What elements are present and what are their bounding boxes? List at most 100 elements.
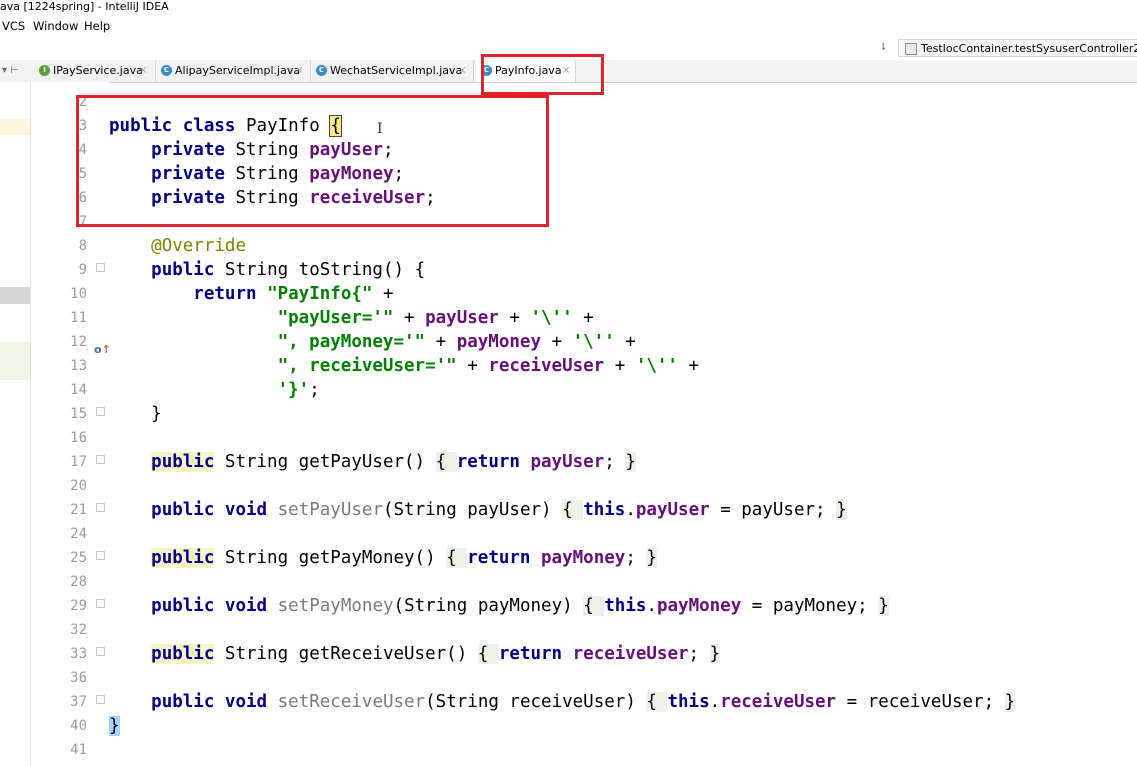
code-line: "payUser='" + payUser + '\'' + [109,306,594,330]
folded-brace: } [646,548,657,568]
menu-help[interactable]: Help [84,18,110,34]
keyword: return [498,644,563,664]
fold-toggle-icon[interactable] [96,503,105,512]
folded-brace: { [446,548,468,568]
close-icon[interactable]: × [562,63,570,78]
line-number: 13 [70,358,87,374]
line-number: 24 [70,526,87,542]
operator: + [498,308,531,328]
line-number: 2 [78,94,87,110]
keyword: private [151,188,225,208]
menu-bar: VCS Window Help [0,16,1137,36]
tab-wechatserviceimpl[interactable]: C WechatServiceImpl.java × [311,60,474,82]
code-line: public String getReceiveUser() { return … [109,642,721,666]
folded-brace: { [435,452,457,472]
folded-brace: { [583,596,605,616]
folded-brace: } [709,644,721,664]
sort-icon[interactable]: ⇂ [879,41,893,55]
keyword: public [151,452,215,472]
code-line: @Override [109,234,246,258]
code-line: public void setPayMoney(String payMoney)… [109,594,889,618]
tab-label: IPayService.java [53,64,143,77]
fold-toggle-icon[interactable] [96,263,105,272]
punctuation: . [709,692,721,712]
line-number: 16 [70,430,87,446]
line-number: 41 [70,742,87,758]
fold-toggle-icon[interactable] [96,551,105,560]
punctuation: ; [309,380,320,400]
class-icon: C [161,65,172,76]
keyword: public [109,116,173,136]
code-line: private String payUser; [109,138,394,162]
line-number: 25 [70,550,87,566]
tab-alipayserviceimpl[interactable]: C AlipayServiceImpl.java × [156,60,311,82]
punctuation: . [625,500,636,520]
run-configuration-selector[interactable]: TestIocContainer.testSysuserController2 [898,39,1137,57]
tab-ipayservice[interactable]: I IPayService.java × [34,60,156,82]
fold-toggle-icon[interactable] [96,647,105,656]
operator: + [572,308,594,328]
punctuation: ; [383,140,394,160]
folded-brace: } [878,596,889,616]
operator: + [372,284,394,304]
fold-toggle-icon[interactable] [96,599,105,608]
fold-toggle-icon[interactable] [96,407,105,416]
char-literal: '\'' [572,332,615,352]
line-number: 7 [78,214,87,230]
punctuation: ; [425,188,436,208]
close-icon[interactable]: × [139,63,147,78]
menu-window[interactable]: Window [33,18,78,34]
method-name: setPayUser [277,500,383,520]
field-name: payUser [425,308,499,328]
line-number: 36 [70,670,87,686]
type-name: String [235,164,299,184]
string-literal: ", receiveUser='" [277,356,457,376]
keyword: void [224,500,268,520]
close-brace: } [109,716,120,736]
close-icon[interactable]: × [295,63,303,78]
tab-list-icon[interactable]: ▾ ⊢ [2,64,19,78]
punctuation: . [646,596,657,616]
code-line: public String getPayMoney() { return pay… [109,546,657,570]
method-params: (String payMoney) [393,596,584,616]
class-icon: C [316,65,327,76]
type-name: String [235,188,299,208]
folded-brace: } [1004,692,1016,712]
code-line: } [109,402,162,426]
keyword: this [583,500,626,520]
title-bar: ava [1224spring] - IntelliJ IDEA [0,0,1137,16]
tab-payinfo[interactable]: C PayInfo.java × [476,60,576,82]
highlight-marker [0,287,30,304]
test-config-icon [905,43,917,55]
code-line: ", payMoney='" + payMoney + '\'' + [109,330,636,354]
field-name: payMoney [309,164,394,184]
line-number: 32 [70,622,87,638]
keyword: void [224,692,268,712]
fold-toggle-icon[interactable] [96,455,105,464]
menu-vcs[interactable]: VCS [2,18,25,34]
line-number: 21 [70,502,87,518]
folded-brace: { [477,644,499,664]
open-brace: { [329,115,342,137]
punctuation: ; [604,452,626,472]
code-line: public String getPayUser() { return payU… [109,450,636,474]
fold-toggle-icon[interactable] [96,695,105,704]
keyword: return [456,452,520,472]
editor-tab-bar: ▾ ⊢ I IPayService.java × C AlipayService… [0,60,1137,83]
field-name: payUser [309,140,383,160]
interface-icon: I [39,65,50,76]
close-icon[interactable]: × [458,63,466,78]
operator: + [541,332,573,352]
string-literal: "PayInfo{" [267,284,373,304]
assignment: = receiveUser; [836,692,1005,712]
operator: + [456,356,489,376]
field-name: payMoney [541,548,626,568]
code-line: private String payMoney; [109,162,404,186]
line-number: 28 [70,574,87,590]
window-title: ava [1224spring] - IntelliJ IDEA [0,0,169,13]
keyword: void [224,596,268,616]
method-params: (String payUser) [382,500,563,520]
keyword: public [151,500,215,520]
line-number: 29 [70,598,87,614]
